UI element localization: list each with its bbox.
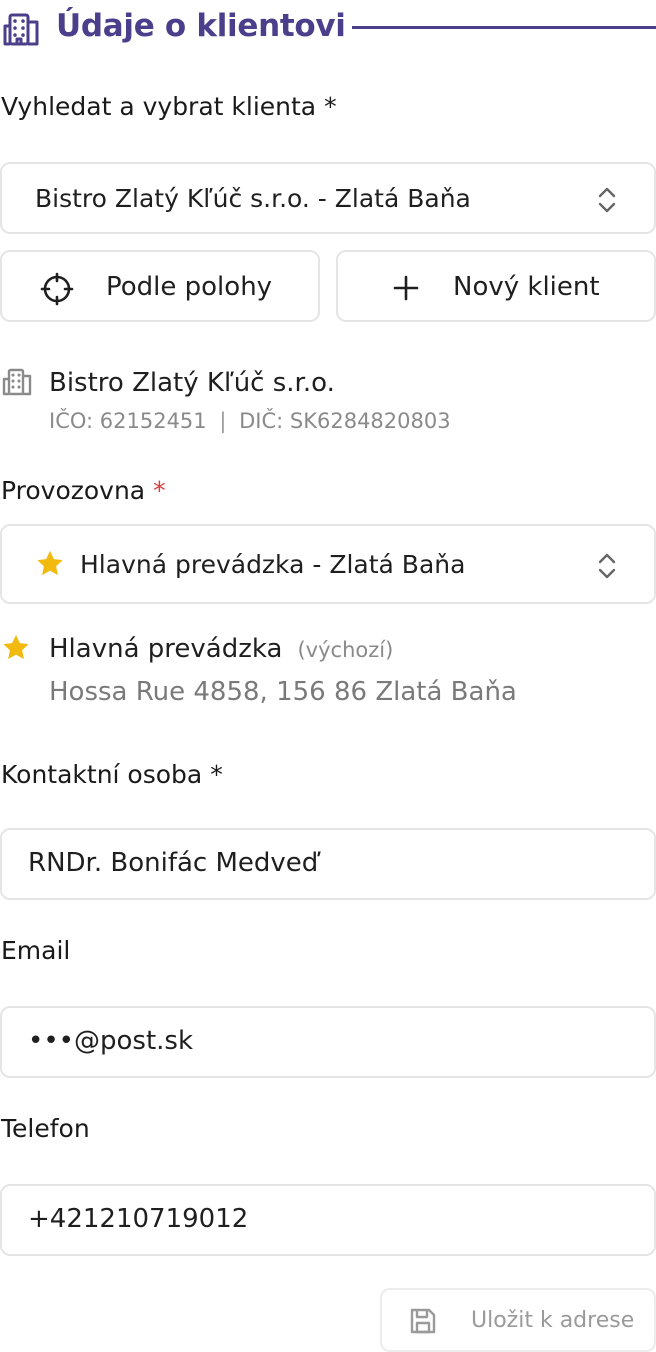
star-icon xyxy=(0,632,32,664)
building-icon xyxy=(2,368,32,396)
required-mark: * xyxy=(210,760,223,789)
email-label: Email xyxy=(1,936,71,965)
crosshair-icon xyxy=(40,272,74,306)
establishment-select[interactable]: Hlavná prevádzka - Zlatá Baňa xyxy=(0,524,656,604)
section-header: Údaje o klientovi xyxy=(0,0,656,58)
phone-input[interactable]: +421210719012 xyxy=(0,1184,656,1256)
client-dic: DIČ: SK6284820803 xyxy=(239,409,451,433)
new-client-button[interactable]: Nový klient xyxy=(336,250,656,322)
chevron-up-down-icon xyxy=(594,186,620,214)
client-ico: IČO: 62152451 xyxy=(49,409,207,433)
by-location-label: Podle polohy xyxy=(106,272,273,302)
establishment-select-value: Hlavná prevádzka - Zlatá Baňa xyxy=(80,550,466,579)
establishment-label: Provozovna * xyxy=(1,476,166,505)
email-input[interactable]: •••@post.sk xyxy=(0,1006,656,1078)
establishment-address: Hossa Rue 4858, 156 86 Zlatá Baňa xyxy=(49,677,517,707)
save-icon xyxy=(408,1306,438,1336)
save-to-address-label: Uložit k adrese xyxy=(471,1308,635,1333)
save-to-address-button[interactable]: Uložit k adrese xyxy=(380,1288,656,1352)
id-separator: | xyxy=(219,409,227,433)
phone-value: +421210719012 xyxy=(28,1204,249,1234)
plus-icon xyxy=(392,274,420,302)
establishment-name: Hlavná prevádzka xyxy=(49,634,283,664)
required-mark: * xyxy=(324,92,337,121)
establishment-heading: Hlavná prevádzka (výchozí) xyxy=(49,634,393,664)
client-select-value: Bistro Zlatý Kľúč s.r.o. - Zlatá Baňa xyxy=(35,184,471,213)
contact-person-label: Kontaktní osoba * xyxy=(1,760,223,789)
new-client-label: Nový klient xyxy=(453,272,600,302)
client-search-label: Vyhledat a vybrat klienta * xyxy=(1,92,337,121)
client-ids: IČO: 62152451 | DIČ: SK6284820803 xyxy=(49,409,451,433)
client-name: Bistro Zlatý Kľúč s.r.o. xyxy=(49,368,335,398)
client-select[interactable]: Bistro Zlatý Kľúč s.r.o. - Zlatá Baňa xyxy=(0,162,656,234)
chevron-up-down-icon xyxy=(594,552,620,580)
required-mark: * xyxy=(153,476,166,505)
email-value: •••@post.sk xyxy=(28,1026,194,1056)
default-tag: (výchozí) xyxy=(297,638,394,662)
phone-label: Telefon xyxy=(1,1114,90,1143)
by-location-button[interactable]: Podle polohy xyxy=(0,250,320,322)
building-icon xyxy=(2,12,40,46)
section-title: Údaje o klientovi xyxy=(56,8,346,44)
section-divider xyxy=(352,26,656,29)
contact-person-input[interactable]: RNDr. Bonifác Medveď xyxy=(0,828,656,900)
star-icon xyxy=(34,548,66,580)
contact-person-value: RNDr. Bonifác Medveď xyxy=(28,848,319,878)
